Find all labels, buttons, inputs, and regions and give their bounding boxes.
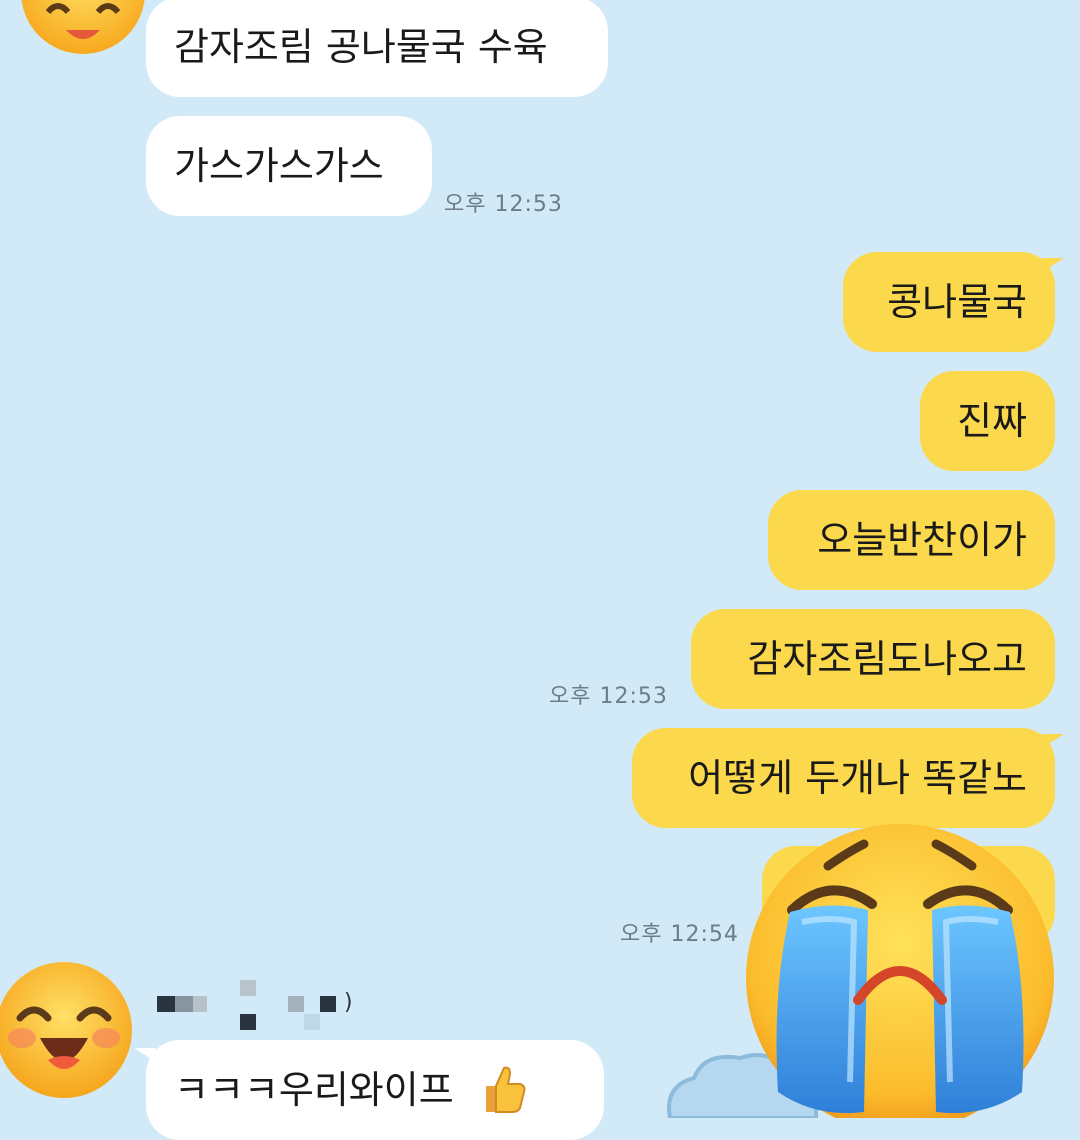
message-text: 진짜 — [957, 399, 1027, 443]
loudly-crying-face-icon[interactable] — [744, 822, 1056, 1118]
timestamp: 오후 12:53 — [549, 684, 668, 709]
message-text: 오늘반찬이가 — [817, 518, 1027, 562]
laughing-face-icon[interactable] — [0, 956, 134, 1104]
message-text: 콩나물국 — [887, 280, 1027, 324]
bubble-tail — [1042, 734, 1064, 748]
message-bubble-incoming[interactable]: 감자조림 공나물국 수육 — [146, 0, 608, 97]
bubble-tail — [1042, 258, 1064, 272]
message-bubble-outgoing[interactable]: 감자조림도나오고 — [691, 609, 1055, 709]
timestamp: 오후 12:54 — [620, 922, 739, 947]
message-text: ㅋㅋㅋ우리와이프 — [174, 1068, 454, 1112]
thumbs-up-icon — [485, 1066, 526, 1113]
message-text: 감자조림도나오고 — [747, 637, 1027, 681]
message-bubble-outgoing[interactable]: 어떻게 두개나 똑같노 — [632, 728, 1055, 828]
message-text: 가스가스가스 — [174, 144, 384, 188]
message-bubble-outgoing[interactable]: 콩나물국 — [843, 252, 1055, 352]
message-text: 감자조림 공나물국 수육 — [174, 25, 548, 69]
message-bubble-incoming[interactable]: 가스가스가스 — [146, 116, 432, 216]
grinning-face-icon[interactable] — [18, 0, 148, 54]
message-bubble-incoming[interactable]: ㅋㅋㅋ우리와이프 — [146, 1040, 604, 1140]
message-bubble-outgoing[interactable]: 진짜 — [920, 371, 1055, 471]
timestamp: 오후 12:53 — [444, 192, 563, 217]
message-text: 어떻게 두개나 똑같노 — [688, 756, 1027, 800]
sender-name-suffix: ) — [344, 990, 353, 1015]
message-bubble-outgoing[interactable]: 오늘반찬이가 — [768, 490, 1055, 590]
chat-area[interactable]: 감자조림 공나물국 수육 가스가스가스 오후 12:53 콩나물국 진짜 오늘반… — [0, 0, 1080, 1140]
